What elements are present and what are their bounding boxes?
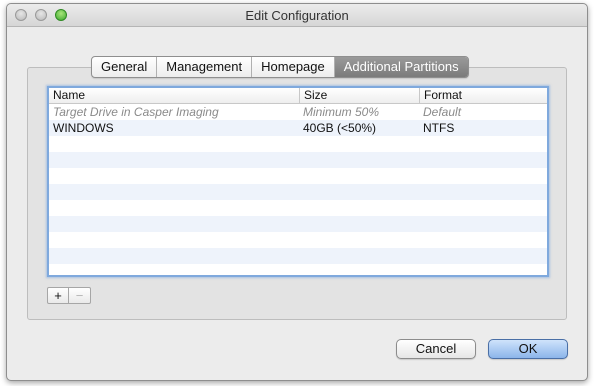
ok-button[interactable]: OK	[488, 339, 568, 359]
window-title: Edit Configuration	[245, 8, 349, 23]
tab-management[interactable]: Management	[157, 57, 253, 77]
table-header: Name Size Format	[49, 88, 547, 104]
cell-name: WINDOWS	[53, 121, 114, 135]
column-header-name[interactable]: Name	[49, 88, 299, 103]
cell-name: Target Drive in Casper Imaging	[53, 105, 219, 119]
edit-configuration-window: Edit Configuration General Management Ho…	[6, 3, 588, 381]
empty-row	[49, 184, 547, 200]
cell-format: Default	[423, 105, 462, 119]
table-row[interactable]: Target Drive in Casper Imaging Minimum 5…	[49, 104, 547, 120]
column-header-format[interactable]: Format	[419, 88, 547, 103]
cancel-button[interactable]: Cancel	[396, 339, 476, 359]
table-body: Target Drive in Casper Imaging Minimum 5…	[49, 104, 547, 275]
empty-row	[49, 248, 547, 264]
empty-row	[49, 152, 547, 168]
tab-bar: General Management Homepage Additional P…	[91, 56, 469, 78]
column-header-size[interactable]: Size	[299, 88, 419, 103]
empty-row	[49, 264, 547, 275]
table-row[interactable]: WINDOWS 40GB (<50%) NTFS	[49, 120, 547, 136]
empty-row	[49, 216, 547, 232]
tab-general[interactable]: General	[92, 57, 158, 77]
empty-row	[49, 136, 547, 152]
tab-homepage[interactable]: Homepage	[252, 57, 335, 77]
empty-row	[49, 168, 547, 184]
tab-additional-partitions[interactable]: Additional Partitions	[334, 57, 468, 77]
empty-row	[49, 200, 547, 216]
add-partition-button[interactable]: +	[47, 287, 69, 304]
cell-size: 40GB (<50%)	[303, 121, 377, 135]
partitions-table[interactable]: Name Size Format Target Drive in Casper …	[47, 86, 549, 277]
empty-row	[49, 232, 547, 248]
title-bar: Edit Configuration	[7, 4, 587, 27]
remove-partition-button[interactable]: −	[69, 287, 91, 304]
cell-format: NTFS	[423, 121, 455, 135]
cell-size: Minimum 50%	[303, 105, 380, 119]
